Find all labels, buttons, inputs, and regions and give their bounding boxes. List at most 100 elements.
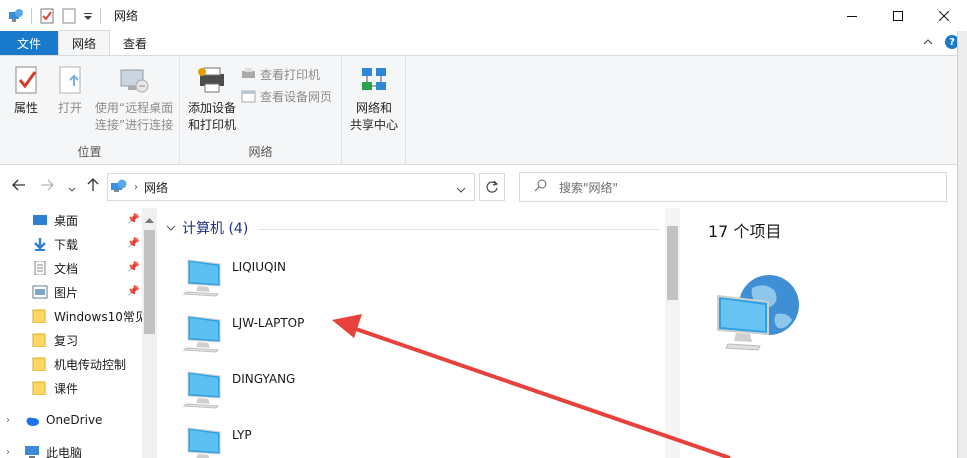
computer-item[interactable]: DINGYANG (178, 348, 478, 409)
toolbar-separator (100, 7, 101, 24)
pin-icon[interactable]: 📌 (127, 262, 139, 273)
up-button[interactable] (86, 178, 100, 196)
maximize-button[interactable] (875, 0, 921, 31)
computer-item[interactable]: LIQIUQIN (178, 236, 478, 297)
properties-label: 属性 (13, 101, 38, 115)
remote-desktop-button[interactable]: 使用“远程桌面 连接”进行连接 (92, 64, 176, 134)
ribbon-group-label-network: 网络 (248, 145, 273, 159)
ribbon-group-network: 添加设备 和打印机 查看打印机 查看设备网页 网络 (180, 56, 342, 164)
breadcrumb-separator-icon[interactable]: › (134, 182, 138, 193)
computer-item[interactable]: LYP (178, 404, 478, 458)
nav-item-label: 复习 (54, 333, 79, 348)
minimize-button[interactable] (829, 0, 875, 31)
open-label: 打开 (57, 101, 82, 115)
window-controls (829, 0, 967, 31)
tab-file[interactable]: 文件 (0, 31, 58, 55)
ribbon-tabs: 文件 网络 查看 ? (0, 30, 967, 55)
new-file-quick-icon[interactable] (61, 8, 77, 24)
nav-item-folder[interactable]: 机电传动控制 (32, 352, 126, 376)
scroll-up-arrow-icon[interactable] (145, 212, 154, 226)
properties-button[interactable]: 属性 (8, 64, 44, 117)
computer-name: LIQIUQIN (232, 260, 286, 274)
computer-monitor-icon (182, 424, 226, 458)
nav-item-label: 机电传动控制 (54, 357, 127, 372)
computer-group-header[interactable]: 计算机 (4) (166, 218, 248, 238)
nav-item-label: Windows10常见 (54, 309, 147, 324)
open-button[interactable]: 打开 (52, 64, 88, 117)
ribbon-tab-actions: ? (923, 35, 959, 49)
navigation-pane: 桌面 📌 下载 📌 文档 📌 图片 📌 Windows10常见 复习 机电传动控… (0, 208, 157, 458)
computer-name: LJW-LAPTOP (232, 316, 305, 330)
properties-quick-icon[interactable] (39, 8, 55, 24)
breadcrumb-network[interactable]: 网络 (144, 179, 168, 196)
printer-icon (196, 64, 228, 96)
nav-item-label: 文档 (54, 261, 79, 276)
nav-item-folder[interactable]: 复习 (32, 328, 78, 352)
view-printers-label: 查看打印机 (260, 68, 321, 82)
item-count: 17 个项目 (708, 222, 782, 241)
nav-item-folder[interactable]: Windows10常见 (32, 304, 147, 328)
content-scroll-thumb[interactable] (667, 226, 678, 300)
device-webpage-icon (241, 90, 256, 103)
ribbon-group-location: 属性 打开 使用“远程桌面 连接”进行连接 位置 (0, 56, 180, 164)
network-app-icon[interactable] (8, 8, 24, 24)
view-printers-button[interactable]: 查看打印机 (241, 66, 320, 83)
network-globe-icon (714, 270, 804, 363)
nav-item-onedrive[interactable]: › OneDrive (6, 408, 102, 432)
computer-name: DINGYANG (232, 372, 296, 386)
address-history-dropdown-icon[interactable] (456, 183, 466, 197)
pin-icon[interactable]: 📌 (127, 238, 139, 249)
nav-item-downloads[interactable]: 下载 (32, 232, 78, 256)
navpane-scrollbar[interactable] (142, 208, 157, 458)
refresh-button[interactable] (479, 173, 505, 201)
details-pane: 17 个项目 (682, 208, 957, 458)
forward-button[interactable] (40, 178, 54, 196)
properties-icon (10, 64, 42, 96)
sharing-center-label-line1: 网络和 (355, 101, 392, 115)
expand-chevron-icon[interactable]: › (6, 415, 18, 426)
network-sharing-center-button[interactable]: 网络和 共享中心 (346, 64, 402, 134)
address-bar[interactable]: › 网络 (107, 173, 475, 201)
network-sharing-center-icon (358, 64, 390, 96)
folder-icon (32, 309, 48, 324)
expand-chevron-icon[interactable]: › (6, 447, 18, 458)
computer-item[interactable]: LJW-LAPTOP (178, 292, 478, 353)
tab-view[interactable]: 查看 (110, 31, 160, 55)
quick-access-toolbar (0, 0, 108, 31)
nav-item-desktop[interactable]: 桌面 (32, 208, 78, 232)
content-scrollbar[interactable] (665, 208, 680, 458)
computer-icon (24, 445, 40, 458)
nav-item-documents[interactable]: 文档 (32, 256, 78, 280)
pin-icon[interactable]: 📌 (127, 214, 139, 225)
collapse-chevron-icon[interactable] (166, 220, 176, 236)
collapse-ribbon-icon[interactable] (923, 37, 933, 48)
nav-item-folder[interactable]: 课件 (32, 376, 78, 400)
navpane-scroll-thumb[interactable] (144, 230, 155, 334)
pin-icon[interactable]: 📌 (127, 286, 139, 297)
window-title: 网络 (114, 9, 139, 23)
sharing-center-label-line2: 共享中心 (349, 118, 398, 132)
tab-network[interactable]: 网络 (58, 30, 111, 55)
recent-locations-chevron-icon[interactable] (68, 181, 76, 197)
ribbon-group-label-location: 位置 (77, 145, 102, 159)
nav-item-label: 图片 (54, 285, 79, 300)
group-header-divider (258, 229, 660, 230)
nav-item-label: 此电脑 (46, 445, 83, 458)
add-device-button[interactable]: 添加设备 和打印机 (184, 64, 240, 134)
view-device-page-button[interactable]: 查看设备网页 (241, 88, 332, 105)
close-button[interactable] (921, 0, 967, 31)
nav-item-label: OneDrive (46, 413, 103, 427)
remote-desktop-label-line2: 连接”进行连接 (94, 118, 174, 132)
search-input[interactable]: 搜索"网络" (519, 172, 947, 202)
customize-dropdown-icon[interactable] (83, 8, 93, 24)
nav-item-this-pc[interactable]: › 此电脑 (6, 440, 82, 458)
nav-item-label: 课件 (54, 381, 79, 396)
nav-item-pictures[interactable]: 图片 (32, 280, 78, 304)
computer-name: LYP (232, 428, 252, 442)
content-pane: 计算机 (4) LIQIUQIN LJW-LAPTOP DINGYANG LYP (162, 208, 682, 458)
toolbar-separator (31, 7, 32, 24)
pictures-icon (32, 285, 48, 299)
cloud-icon (24, 413, 40, 427)
back-button[interactable] (12, 178, 26, 196)
desktop-icon (32, 213, 48, 227)
